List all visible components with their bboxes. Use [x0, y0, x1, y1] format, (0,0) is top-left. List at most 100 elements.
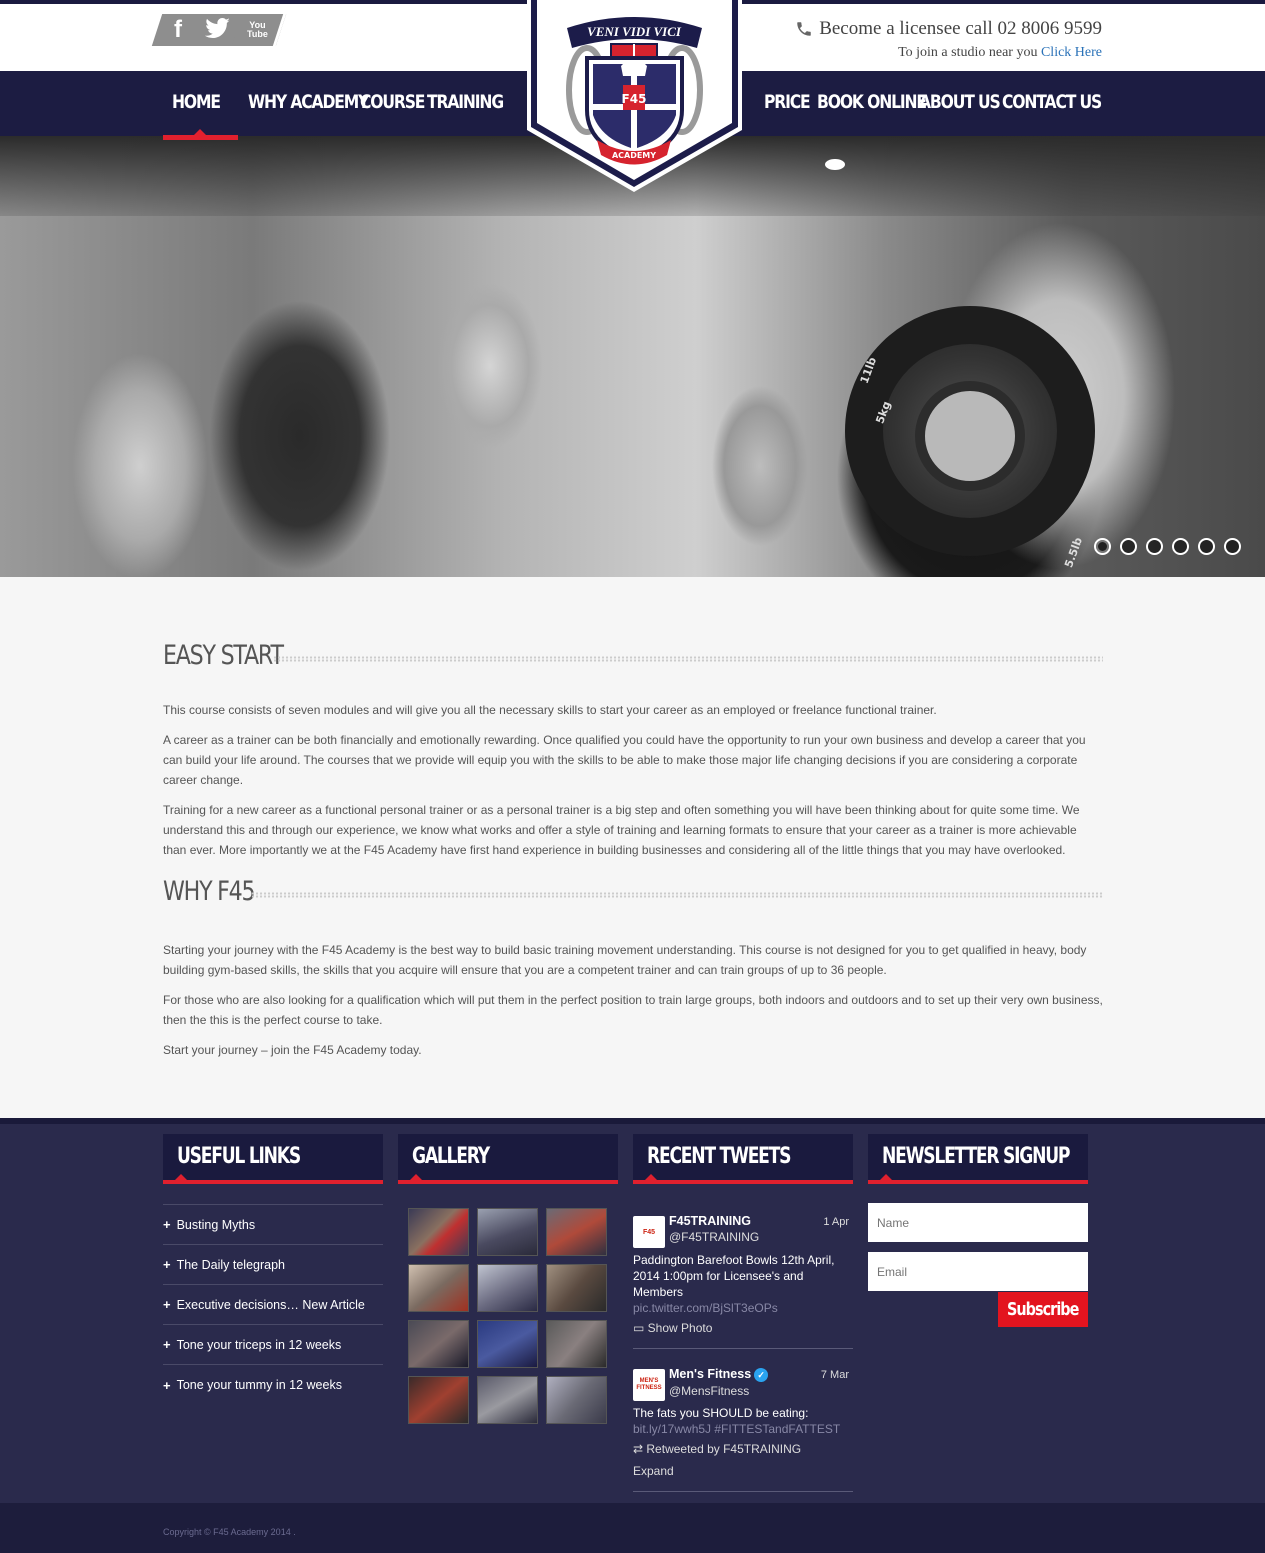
useful-links-list: + Busting Myths + The Daily telegraph + Exe…	[163, 1204, 383, 1405]
newsletter-email-input[interactable]	[868, 1252, 1088, 1291]
slider-pagination	[1094, 538, 1241, 555]
photo-icon: ▭	[633, 1321, 648, 1335]
why-f45-paragraph-3: Start your journey – join the F45 Academ…	[163, 1043, 422, 1057]
nav-contact-us[interactable]: CONTACT US	[1002, 91, 1102, 113]
tweet-link[interactable]: pic.twitter.com/BjSlT3eOPs	[633, 1300, 853, 1316]
useful-link-label: Tone your triceps in 12 weeks	[176, 1337, 342, 1352]
gallery-thumbnail[interactable]	[546, 1320, 607, 1368]
tweet-author-name-text: Men's Fitness	[669, 1367, 752, 1381]
nav-course[interactable]: COURSE	[360, 91, 425, 113]
hero-slider: 11lb 5kg 5.5lb	[0, 136, 1265, 577]
nav-active-indicator	[163, 135, 238, 140]
subscribe-label: Subscribe	[1007, 1299, 1079, 1320]
logo-motto: VENI VIDI VICI	[587, 24, 682, 39]
gallery-thumbnail[interactable]	[477, 1208, 538, 1256]
youtube-line-2: Tube	[247, 29, 268, 39]
gallery-thumbnail[interactable]	[477, 1264, 538, 1312]
gallery-thumbnail[interactable]	[546, 1376, 607, 1424]
slider-dot-4[interactable]	[1172, 538, 1189, 555]
plus-icon: +	[163, 1337, 171, 1352]
useful-links-column: USEFUL LINKS + Busting Myths + The Daily t…	[163, 1134, 383, 1405]
tweet-text: The fats you SHOULD be eating:	[633, 1406, 809, 1420]
tweet-expand[interactable]: Expand	[633, 1461, 853, 1481]
useful-link-label: Tone your tummy in 12 weeks	[176, 1378, 342, 1392]
facebook-glyph: f	[173, 16, 182, 43]
hero-ceiling-light	[825, 159, 845, 170]
tweet-avatar[interactable]: F45	[633, 1216, 665, 1248]
gallery-grid	[408, 1208, 618, 1424]
tweet-retweeted-label: Retweeted by F45TRAINING	[646, 1442, 802, 1456]
newsletter-header: NEWSLETTER SIGNUP	[868, 1134, 1088, 1184]
licensee-line: Become a licensee call 02 8006 9599	[795, 18, 1102, 40]
tweet-link[interactable]: bit.ly/17wwh5J #FITTESTandFATTEST	[633, 1421, 853, 1437]
gallery-thumbnail[interactable]	[546, 1264, 607, 1312]
gallery-thumbnail[interactable]	[408, 1320, 469, 1368]
nav-book-online[interactable]: BOOK ONLINE	[817, 91, 927, 113]
tweet-author-handle[interactable]: @F45TRAINING	[669, 1230, 853, 1244]
gallery-thumbnail[interactable]	[408, 1208, 469, 1256]
f45-academy-logo[interactable]: VENI VIDI VICI F45 ACADEMY	[527, 0, 742, 192]
plus-icon: +	[163, 1217, 171, 1232]
useful-link-label: Busting Myths	[176, 1217, 256, 1232]
tweet-text: Paddington Barefoot Bowls 12th April, 20…	[633, 1253, 835, 1299]
easy-start-paragraph-2: A career as a trainer can be both financ…	[163, 733, 1086, 787]
newsletter-column: NEWSLETTER SIGNUP Subscribe	[868, 1134, 1088, 1334]
social-links: f You Tube	[151, 14, 287, 50]
click-here-link[interactable]: Click Here	[1041, 45, 1102, 60]
licensee-phone-text: Become a licensee call 02 8006 9599	[819, 18, 1102, 39]
retweet-icon: ⇄	[633, 1442, 647, 1456]
gallery-thumbnail[interactable]	[546, 1208, 607, 1256]
slider-dot-6[interactable]	[1224, 538, 1241, 555]
tweet-date[interactable]: 7 Mar	[821, 1369, 849, 1381]
youtube-icon[interactable]: You Tube	[231, 14, 287, 46]
useful-link-item[interactable]: + Executive decisions… New Article	[163, 1285, 383, 1325]
tweet-item: MEN'S FITNESS Men's Fitness ✓ @MensFitnes…	[633, 1361, 853, 1492]
logo-ribbon: ACADEMY	[612, 151, 656, 160]
tweet-show-photo[interactable]: ▭ Show Photo	[633, 1318, 853, 1338]
easy-start-paragraph-1: This course consists of seven modules an…	[163, 703, 937, 717]
gallery-thumbnail[interactable]	[408, 1376, 469, 1424]
hero-weight-plate-hub	[915, 381, 1025, 491]
header-arrow	[645, 1174, 657, 1180]
verified-icon: ✓	[754, 1367, 769, 1382]
gallery-thumbnail[interactable]	[408, 1264, 469, 1312]
logo-brand: F45	[622, 92, 647, 106]
footer: USEFUL LINKS + Busting Myths + The Daily t…	[0, 1118, 1265, 1503]
gallery-thumbnail[interactable]	[477, 1376, 538, 1424]
nav-price[interactable]: PRICE	[764, 91, 811, 113]
useful-links-title: USEFUL LINKS	[177, 1144, 301, 1169]
tweet-date[interactable]: 1 Apr	[823, 1216, 849, 1228]
why-f45-heading-row: WHY F45	[163, 876, 1103, 916]
gallery-column: GALLERY	[398, 1134, 618, 1424]
subscribe-button[interactable]: Subscribe	[998, 1292, 1088, 1327]
slider-dot-1[interactable]	[1094, 538, 1111, 555]
slider-dot-2[interactable]	[1120, 538, 1137, 555]
useful-link-item[interactable]: + Tone your tummy in 12 weeks	[163, 1365, 383, 1405]
gallery-title: GALLERY	[412, 1144, 490, 1169]
tweet-author-handle[interactable]: @MensFitness	[669, 1384, 853, 1398]
phone-icon	[797, 22, 811, 36]
newsletter-name-input[interactable]	[868, 1203, 1088, 1242]
plus-icon: +	[163, 1257, 171, 1272]
plus-icon: +	[163, 1377, 171, 1393]
tweet-list: F45 F45TRAINING @F45TRAINING 1 Apr Paddi…	[633, 1208, 853, 1492]
plus-icon: +	[163, 1297, 171, 1312]
recent-tweets-column: RECENT TWEETS F45 F45TRAINING @F45TRAINI…	[633, 1134, 853, 1504]
nav-training[interactable]: TRAINING	[427, 91, 504, 113]
slider-dot-3[interactable]	[1146, 538, 1163, 555]
tweet-avatar[interactable]: MEN'S FITNESS	[633, 1369, 665, 1401]
nav-home[interactable]: HOME	[172, 91, 221, 113]
tweet-show-photo-label: Show Photo	[647, 1321, 713, 1335]
recent-tweets-header: RECENT TWEETS	[633, 1134, 853, 1184]
header-arrow	[175, 1174, 187, 1180]
nav-why-academy[interactable]: WHY ACADEMY	[248, 91, 369, 113]
useful-links-header: USEFUL LINKS	[163, 1134, 383, 1184]
useful-link-item[interactable]: + Tone your triceps in 12 weeks	[163, 1325, 383, 1365]
useful-link-item[interactable]: + The Daily telegraph	[163, 1245, 383, 1285]
slider-dot-5[interactable]	[1198, 538, 1215, 555]
nav-about-us[interactable]: ABOUT US	[919, 91, 1001, 113]
easy-start-paragraph-3: Training for a new career as a functiona…	[163, 803, 1080, 857]
useful-link-item[interactable]: + Busting Myths	[163, 1205, 383, 1245]
gallery-thumbnail[interactable]	[477, 1320, 538, 1368]
why-f45-paragraph-2: For those who are also looking for a qua…	[163, 993, 1103, 1027]
